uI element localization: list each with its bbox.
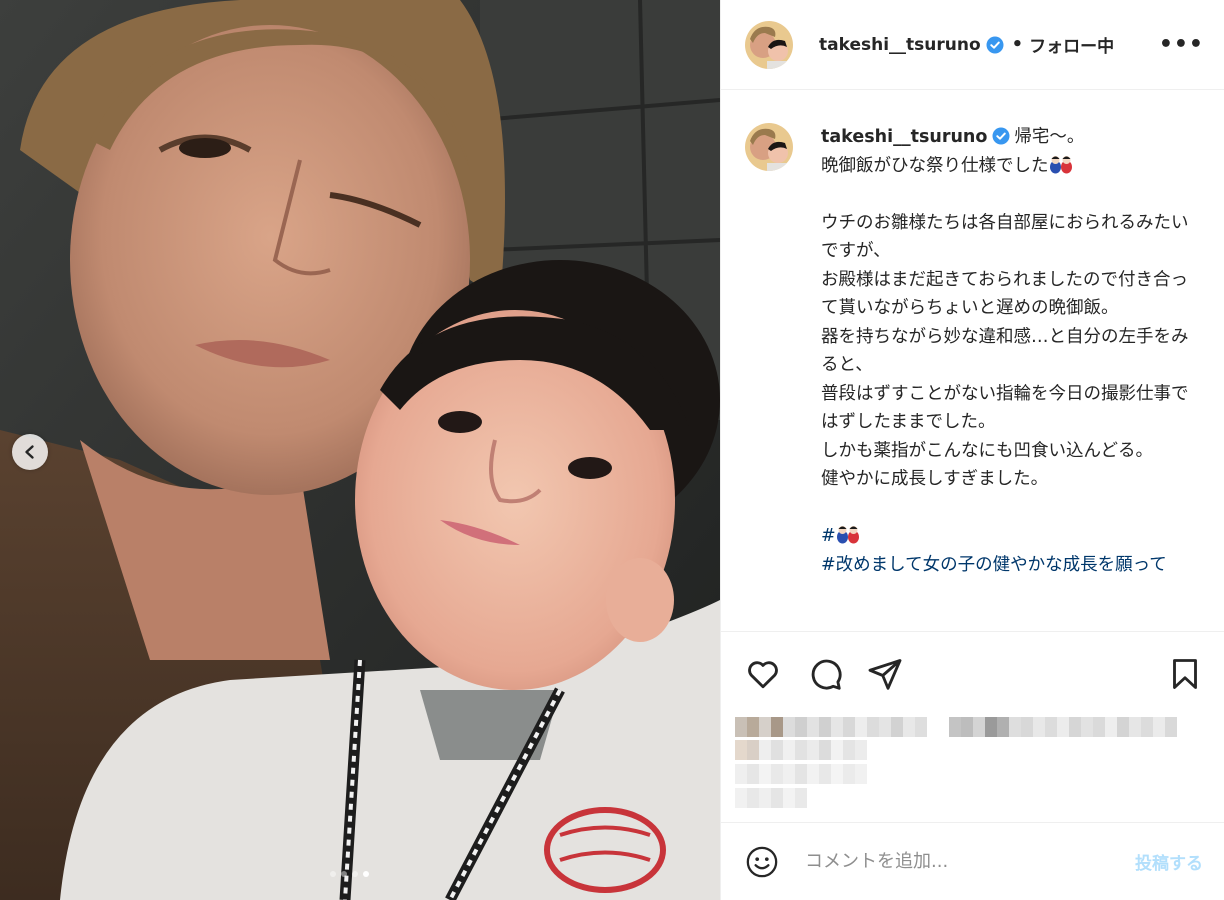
caption-area[interactable]: takeshi__tsuruno 帰宅〜。 晩御飯がひな祭り仕様でした ウチのお雛… <box>721 91 1224 631</box>
selfie-photo <box>0 0 720 900</box>
paper-plane-icon[interactable] <box>867 656 903 692</box>
mosaic-block <box>949 717 1177 737</box>
carousel-indicator <box>330 871 369 877</box>
comment-icon[interactable] <box>807 656 843 692</box>
hashtag-link[interactable]: # <box>821 522 1203 551</box>
heart-icon[interactable] <box>745 656 781 692</box>
comment-input[interactable] <box>805 851 1135 872</box>
avatar[interactable] <box>745 123 793 171</box>
mosaic-block <box>735 764 867 784</box>
hashtag-link[interactable]: #改めまして女の子の健やかな成長を願って <box>821 551 1203 580</box>
likes-info-blurred <box>735 712 1205 822</box>
post-photo <box>0 0 720 900</box>
post-comment-button[interactable]: 投稿する <box>1135 849 1203 874</box>
avatar[interactable] <box>745 20 793 69</box>
post-side-panel: takeshi__tsuruno • フォロー中 ••• takeshi__ts… <box>720 0 1224 900</box>
caption-line-2: 晩御飯がひな祭り仕様でした <box>821 155 1049 176</box>
smiley-icon[interactable] <box>745 845 779 879</box>
caption-text: takeshi__tsuruno 帰宅〜。 晩御飯がひな祭り仕様でした ウチのお雛… <box>821 123 1203 579</box>
verified-badge-icon <box>992 127 1010 145</box>
more-options-icon[interactable]: ••• <box>1159 32 1204 57</box>
hina-doll-emoji-icon <box>836 526 859 544</box>
verified-badge-icon <box>986 36 1004 53</box>
mosaic-block <box>735 740 867 760</box>
caption-username-link[interactable]: takeshi__tsuruno <box>821 127 987 147</box>
chevron-left-icon <box>25 445 34 459</box>
mosaic-block <box>735 717 927 737</box>
mosaic-block <box>735 788 807 808</box>
hashtag-symbol[interactable]: # <box>821 526 836 546</box>
caption-row: takeshi__tsuruno 帰宅〜。 晩御飯がひな祭り仕様でした ウチのお雛… <box>745 123 1203 579</box>
caption-body-text: ウチのお雛様たちは各自部屋におられるみたいですが、 お殿様はまだ起きておられまし… <box>821 212 1189 490</box>
carousel-dot[interactable] <box>352 871 358 877</box>
carousel-dot[interactable] <box>330 871 336 877</box>
hina-doll-emoji-icon <box>1049 155 1072 173</box>
username-link[interactable]: takeshi__tsuruno <box>819 35 981 55</box>
separator-dot: • <box>1011 34 1024 55</box>
post-header: takeshi__tsuruno • フォロー中 ••• <box>721 0 1224 90</box>
carousel-prev-button[interactable] <box>12 434 48 470</box>
carousel-dot[interactable] <box>341 871 347 877</box>
following-button[interactable]: フォロー中 <box>1029 32 1114 57</box>
caption-line-1: 帰宅〜。 <box>1014 127 1085 147</box>
bookmark-icon[interactable] <box>1167 656 1203 692</box>
comment-bar: 投稿する <box>721 822 1224 900</box>
carousel-dot-active[interactable] <box>363 871 369 877</box>
action-bar <box>721 631 1224 711</box>
